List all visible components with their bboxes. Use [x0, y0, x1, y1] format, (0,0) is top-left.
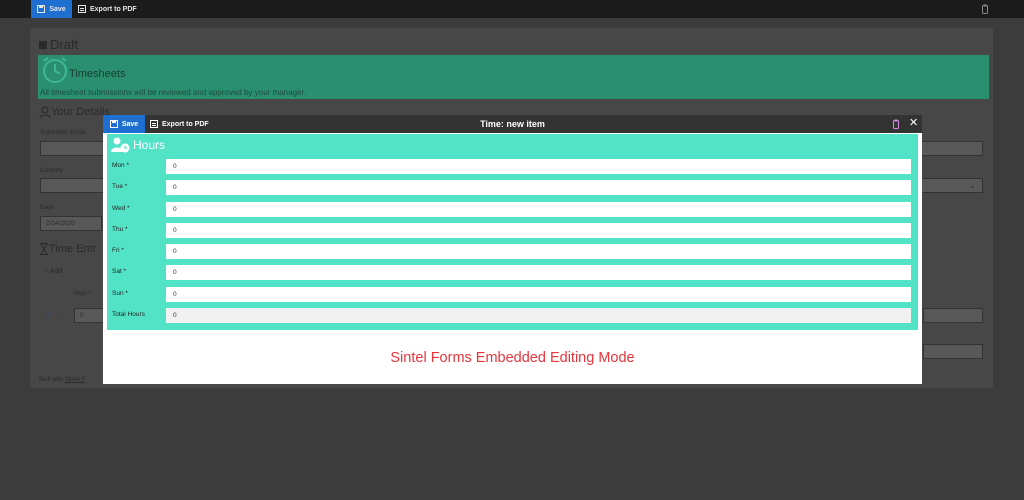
thu-field[interactable]: 0	[166, 223, 911, 238]
total-hours-label: Total Hours	[112, 311, 145, 318]
row-separator: :	[62, 311, 64, 318]
footer-link[interactable]: Sintel F	[65, 377, 85, 383]
dialog-save-button[interactable]: Save	[103, 115, 145, 133]
dialog-save-label: Save	[121, 120, 139, 128]
hourglass-icon	[40, 243, 48, 255]
mon-column-header: Mon *	[74, 290, 91, 297]
thu-label: Thu *	[112, 226, 128, 233]
save-button[interactable]: Save	[31, 0, 72, 18]
dialog-export-pdf-label: Export to PDF	[162, 120, 209, 128]
country-label: Country	[40, 167, 63, 174]
time-entries-label: Time Entr	[49, 243, 97, 255]
submitter-email-label: Submitter Email	[40, 129, 86, 136]
top-toolbar: Save Export to PDF	[0, 0, 1024, 18]
pdf-icon	[78, 5, 86, 13]
sun-field[interactable]: 0	[166, 287, 911, 302]
sat-field[interactable]: 0	[166, 265, 911, 280]
hours-title: Hours	[133, 138, 166, 152]
row-mon-field[interactable]: 0	[74, 308, 104, 323]
time-item-dialog: Save Export to PDF Time: new item ✕ Hour…	[103, 115, 922, 384]
footer-prefix: Built with	[39, 377, 65, 383]
tue-label: Tue *	[112, 183, 128, 190]
add-label: Add	[49, 268, 63, 275]
your-details-title: Your Details	[39, 106, 110, 118]
built-with-footer: Built with Sintel F	[39, 377, 85, 383]
save-icon	[37, 5, 46, 13]
hours-header: Hours	[111, 137, 165, 153]
add-entry-button[interactable]: + Add	[44, 268, 62, 275]
timesheets-banner: Timesheets All timesheet submissions wil…	[38, 55, 989, 99]
grand-total-field[interactable]	[923, 344, 983, 359]
mon-field[interactable]: 0	[166, 159, 911, 174]
mon-label: Mon *	[112, 162, 129, 169]
fri-label: Fri *	[112, 247, 124, 254]
banner-subtitle: All timesheet submissions will be review…	[40, 88, 306, 97]
sat-label: Sat *	[112, 268, 127, 275]
row-total-field[interactable]	[923, 308, 983, 323]
save-icon	[109, 120, 118, 128]
user-icon	[39, 106, 51, 118]
date-label: Date	[40, 204, 54, 211]
total-hours-field: 0	[166, 308, 911, 323]
dialog-toolbar: Save Export to PDF Time: new item ✕	[103, 115, 922, 133]
pdf-icon	[150, 120, 158, 128]
chevron-down-icon: ⌄	[969, 181, 976, 190]
clipboard-icon[interactable]	[982, 4, 988, 14]
dialog-title: Time: new item	[480, 119, 545, 129]
time-entries-title: Time Entr	[39, 243, 96, 255]
banner-title: Timesheets	[69, 68, 126, 80]
edit-row-icon[interactable]: ✎	[44, 309, 51, 318]
export-pdf-label: Export to PDF	[90, 5, 137, 13]
embedded-mode-caption: Sintel Forms Embedded Editing Mode	[390, 350, 635, 366]
wed-field[interactable]: 0	[166, 202, 911, 217]
your-details-label: Your Details	[51, 106, 110, 118]
draft-status: Draft	[39, 37, 78, 52]
close-icon[interactable]: ✕	[909, 118, 918, 129]
clock-icon	[43, 57, 67, 83]
hours-panel: Hours Mon * 0 Tue * 0 Wed * 0 Thu * 0 Fr…	[107, 134, 918, 330]
save-label: Save	[49, 5, 66, 13]
wed-label: Wed *	[112, 205, 130, 212]
clipboard-icon[interactable]	[893, 119, 899, 129]
dialog-export-pdf-button[interactable]: Export to PDF	[150, 115, 209, 133]
date-field[interactable]: 2/24/2020	[40, 216, 102, 231]
draft-label: Draft	[50, 37, 79, 52]
fri-field[interactable]: 0	[166, 244, 911, 259]
sun-label: Sun *	[112, 290, 128, 297]
export-pdf-button[interactable]: Export to PDF	[78, 0, 137, 18]
users-clock-icon	[111, 137, 130, 153]
draft-square-icon	[39, 40, 47, 49]
tue-field[interactable]: 0	[166, 180, 911, 195]
